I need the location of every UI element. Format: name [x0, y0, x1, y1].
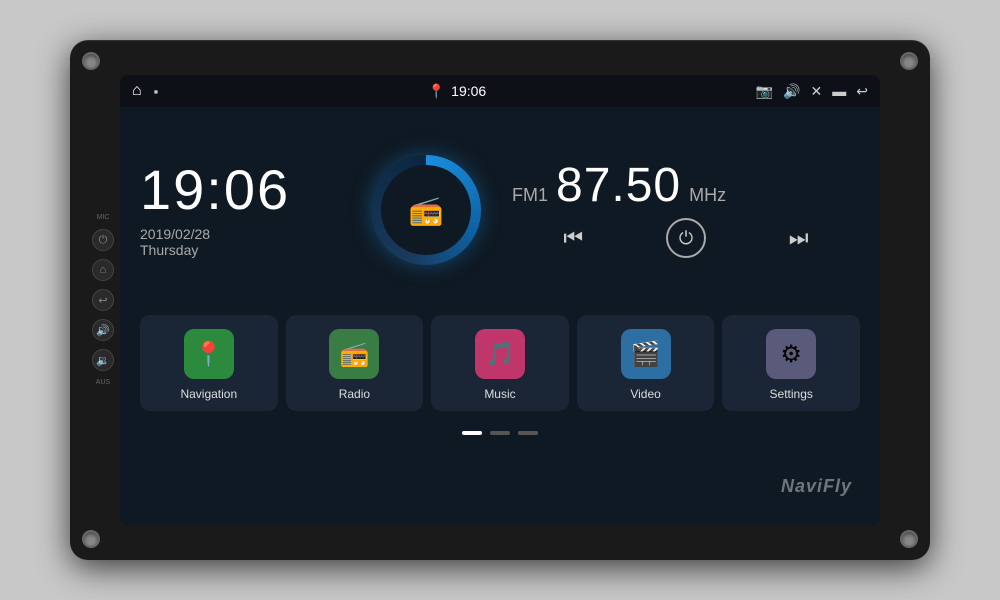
dot-2[interactable] [490, 431, 510, 435]
brand-watermark: NaviFly [781, 476, 852, 497]
back-status-icon[interactable]: ↩ [856, 83, 868, 100]
car-unit: MIC ⏻ ⌂ ↩ 🔊 🔉 AUS ⌂ ▪ 📍 19:06 📷 🔊 ✕ ▬ ↩ [70, 40, 930, 560]
radio-frequency: 87.50 [556, 162, 681, 210]
clock-area: 19:06 2019/02/28 Thursday [140, 123, 340, 297]
radio-circle: 📻 [371, 155, 481, 265]
clock-date: 2019/02/28 [140, 226, 340, 242]
mount-hole-br [900, 530, 918, 548]
radio-prev-button[interactable]: ⏮ [563, 225, 583, 251]
radio-icon-bg: 📻 [329, 329, 379, 379]
status-bar: ⌂ ▪ 📍 19:06 📷 🔊 ✕ ▬ ↩ [120, 75, 880, 107]
volume-status-icon: 🔊 [783, 83, 800, 100]
aux-label: AUS [96, 379, 110, 386]
radio-info: FM1 87.50 MHz ⏮ ⏻ ⏭ [512, 123, 860, 297]
minimize-status-icon[interactable]: ▬ [832, 83, 846, 99]
video-icon-bg: 🎬 [621, 329, 671, 379]
radio-next-button[interactable]: ⏭ [789, 225, 809, 251]
app-music[interactable]: 🎵 Music [431, 315, 569, 411]
clock-day: Thursday [140, 242, 340, 258]
music-icon: 🎵 [485, 340, 515, 369]
app-settings[interactable]: ⚙ Settings [722, 315, 860, 411]
status-center: 📍 19:06 [428, 83, 486, 100]
power-button[interactable]: ⏻ [92, 229, 114, 251]
page-dots [120, 427, 880, 443]
radio-freq-line: FM1 87.50 MHz [512, 162, 860, 210]
status-time: 19:06 [451, 83, 486, 99]
home-icon[interactable]: ⌂ [132, 82, 142, 100]
vol-down-button[interactable]: 🔉 [92, 349, 114, 371]
radio-label: Radio [339, 387, 370, 401]
back-side-button[interactable]: ↩ [92, 289, 114, 311]
mount-hole-tr [900, 52, 918, 70]
mount-hole-tl [82, 52, 100, 70]
vol-up-button[interactable]: 🔊 [92, 319, 114, 341]
settings-icon: ⚙ [780, 340, 802, 369]
app-video[interactable]: 🎬 Video [577, 315, 715, 411]
top-section: 19:06 2019/02/28 Thursday 📻 FM1 87.50 MH… [120, 107, 880, 307]
screen: ⌂ ▪ 📍 19:06 📷 🔊 ✕ ▬ ↩ 19:06 20 [120, 75, 880, 525]
status-right: 📷 🔊 ✕ ▬ ↩ [756, 83, 868, 100]
radio-visual: 📻 [356, 123, 496, 297]
app-radio[interactable]: 📻 Radio [286, 315, 424, 411]
close-status-icon[interactable]: ✕ [811, 83, 823, 100]
nav-icon-bg: 📍 [184, 329, 234, 379]
app-grid: 📍 Navigation 📻 Radio 🎵 Music [120, 307, 880, 427]
left-panel: MIC ⏻ ⌂ ↩ 🔊 🔉 AUS [92, 214, 114, 386]
video-label: Video [630, 387, 660, 401]
camera-status-icon: 📷 [756, 83, 773, 100]
music-label: Music [484, 387, 515, 401]
radio-controls: ⏮ ⏻ ⏭ [512, 218, 860, 258]
battery-icon: ▪ [154, 84, 159, 99]
settings-icon-bg: ⚙ [766, 329, 816, 379]
main-screen: 19:06 2019/02/28 Thursday 📻 FM1 87.50 MH… [120, 107, 880, 525]
radio-app-icon: 📻 [339, 340, 369, 369]
settings-label: Settings [770, 387, 813, 401]
radio-circle-icon: 📻 [409, 194, 444, 227]
status-left: ⌂ ▪ [132, 82, 158, 100]
video-icon: 🎬 [631, 340, 661, 369]
nav-icon: 📍 [194, 340, 224, 369]
app-navigation[interactable]: 📍 Navigation [140, 315, 278, 411]
mic-label: MIC [97, 214, 110, 221]
music-icon-bg: 🎵 [475, 329, 525, 379]
dot-1[interactable] [462, 431, 482, 435]
location-icon: 📍 [428, 83, 445, 100]
dot-3[interactable] [518, 431, 538, 435]
clock-time: 19:06 [140, 162, 340, 218]
nav-label: Navigation [180, 387, 237, 401]
radio-band: FM1 [512, 185, 548, 206]
radio-power-button[interactable]: ⏻ [666, 218, 706, 258]
radio-unit: MHz [689, 185, 726, 206]
home-side-button[interactable]: ⌂ [92, 259, 114, 281]
mount-hole-bl [82, 530, 100, 548]
